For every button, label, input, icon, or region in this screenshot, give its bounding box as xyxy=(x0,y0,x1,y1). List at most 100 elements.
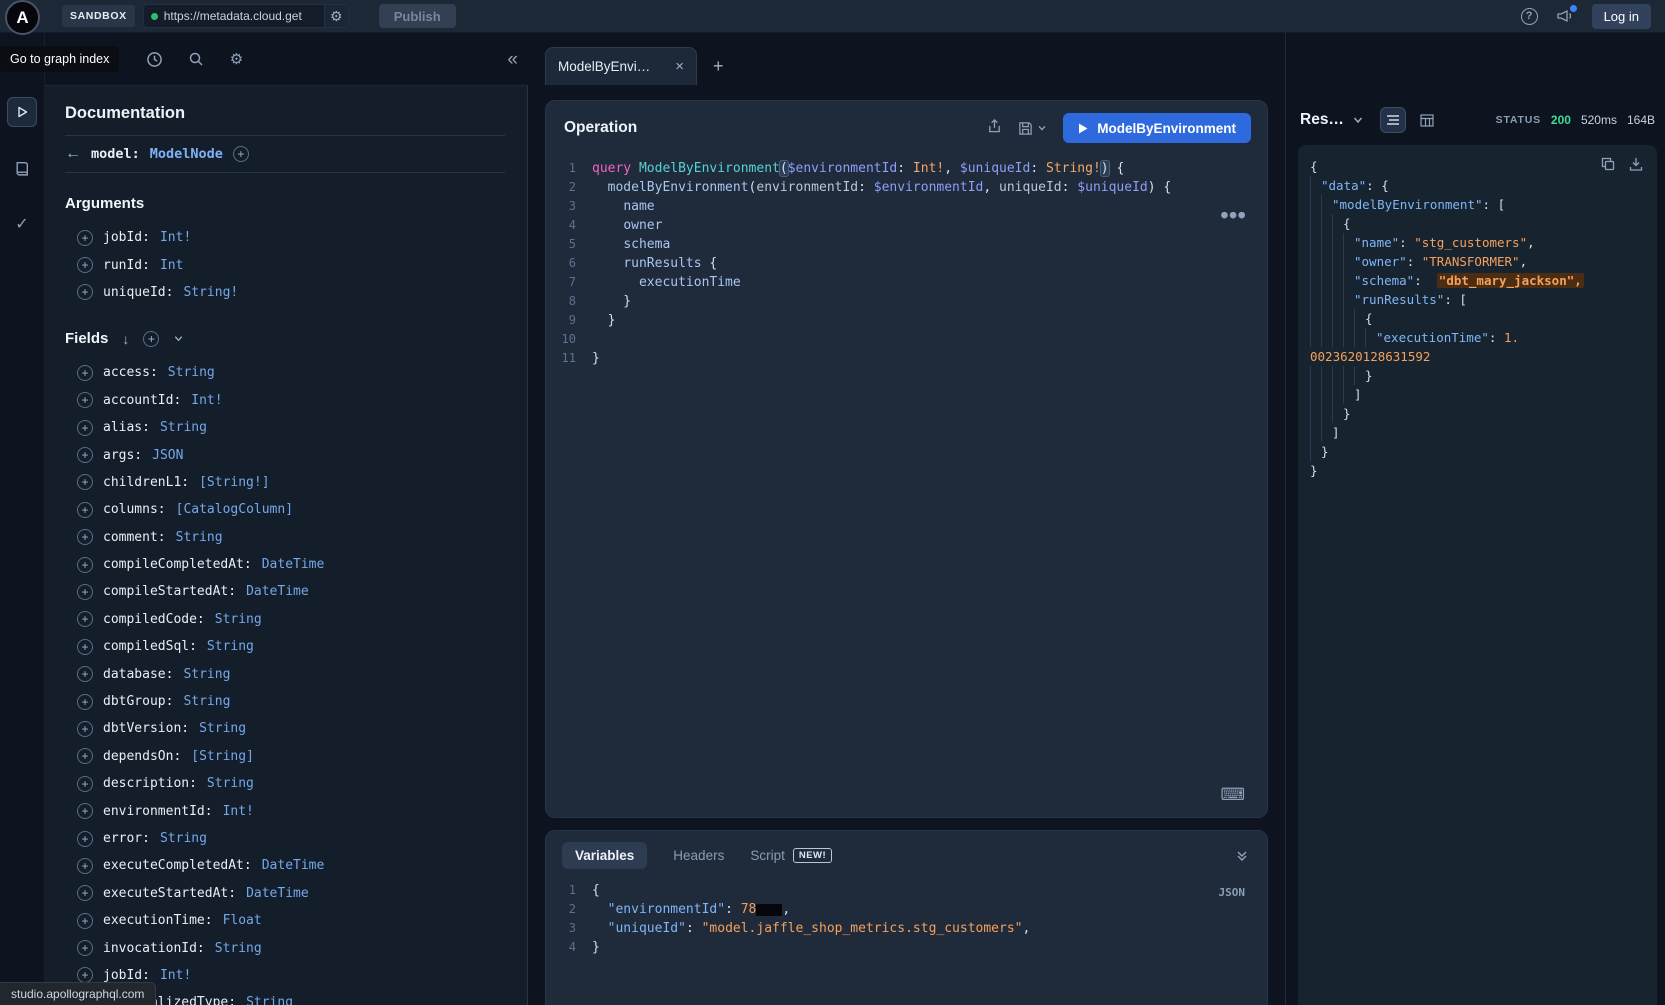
doc-field-row[interactable]: +description:String xyxy=(65,770,505,797)
add-to-operation-icon[interactable]: + xyxy=(77,584,93,600)
variables-code-line[interactable]: 1{ xyxy=(546,881,1267,900)
add-to-operation-icon[interactable]: + xyxy=(77,694,93,710)
doc-field-row[interactable]: +accountId:Int! xyxy=(65,387,505,414)
add-to-operation-icon[interactable]: + xyxy=(77,611,93,627)
variables-editor[interactable]: JSON 1{2 "environmentId": 78,3 "uniqueId… xyxy=(546,875,1267,957)
sort-fields-button[interactable]: ↓ xyxy=(122,331,129,347)
download-response-button[interactable] xyxy=(1629,157,1643,176)
doc-model-name[interactable]: ModelNode xyxy=(150,146,223,162)
add-to-operation-icon[interactable]: + xyxy=(77,502,93,518)
add-to-operation-icon[interactable]: + xyxy=(77,639,93,655)
doc-field-row[interactable]: +childrenL1:[String!] xyxy=(65,469,505,496)
add-to-operation-icon[interactable]: + xyxy=(77,447,93,463)
checklist-rail-button[interactable]: ✓ xyxy=(7,209,37,239)
doc-field-row[interactable]: +executeCompletedAt:DateTime xyxy=(65,852,505,879)
graphql-code-line[interactable]: 4 owner xyxy=(546,216,1267,235)
variables-code-line[interactable]: 2 "environmentId": 78, xyxy=(546,900,1267,919)
add-to-operation-icon[interactable]: + xyxy=(77,940,93,956)
add-to-operation-icon[interactable]: + xyxy=(77,666,93,682)
doc-field-row[interactable]: +compileCompletedAt:DateTime xyxy=(65,551,505,578)
close-tab-button[interactable]: × xyxy=(675,59,684,74)
collapse-variables-button[interactable] xyxy=(1235,849,1249,863)
save-operation-button[interactable] xyxy=(1018,121,1047,136)
tab-variables[interactable]: Variables xyxy=(562,842,647,869)
doc-field-row[interactable]: +dependsOn:[String] xyxy=(65,743,505,770)
history-button[interactable] xyxy=(146,51,163,68)
add-to-operation-icon[interactable]: + xyxy=(77,230,93,246)
search-button[interactable] xyxy=(187,51,204,67)
add-to-operation-icon[interactable]: + xyxy=(77,557,93,573)
graphql-editor[interactable]: 1query ModelByEnvironment($environmentId… xyxy=(546,151,1267,368)
doc-field-row[interactable]: +comment:String xyxy=(65,524,505,551)
settings-button[interactable]: ⚙ xyxy=(228,50,245,68)
add-to-operation-icon[interactable]: + xyxy=(77,748,93,764)
endpoint-url-input[interactable]: https://metadata.cloud.get ⚙ xyxy=(143,4,349,28)
fields-options-button[interactable] xyxy=(173,333,184,344)
add-to-operation-icon[interactable]: + xyxy=(77,803,93,819)
graphql-code-line[interactable]: 2 modelByEnvironment(environmentId: $env… xyxy=(546,178,1267,197)
tab-script[interactable]: Script NEW! xyxy=(750,848,832,863)
apollo-logo[interactable]: A xyxy=(5,0,40,35)
back-button[interactable]: ← xyxy=(65,146,81,162)
doc-field-row[interactable]: +args:JSON xyxy=(65,441,505,468)
add-to-operation-icon[interactable]: + xyxy=(77,913,93,929)
add-to-operation-icon[interactable]: + xyxy=(77,474,93,490)
add-all-fields-icon[interactable]: + xyxy=(143,331,159,347)
doc-field-row[interactable]: +error:String xyxy=(65,825,505,852)
add-to-operation-icon[interactable]: + xyxy=(77,529,93,545)
add-to-operation-icon[interactable]: + xyxy=(77,420,93,436)
run-operation-button[interactable]: ModelByEnvironment xyxy=(1063,113,1251,143)
doc-field-row[interactable]: +executionTime:Float xyxy=(65,907,505,934)
doc-field-row[interactable]: +access:String xyxy=(65,359,505,386)
collections-rail-button[interactable] xyxy=(7,153,37,183)
add-type-icon[interactable]: + xyxy=(233,146,249,162)
graphql-code-line[interactable]: 10 xyxy=(546,330,1267,349)
doc-argument-row[interactable]: +runId:Int xyxy=(65,251,505,278)
graphql-code-line[interactable]: 7 executionTime xyxy=(546,273,1267,292)
add-to-operation-icon[interactable]: + xyxy=(77,392,93,408)
add-to-operation-icon[interactable]: + xyxy=(77,858,93,874)
collapse-panel-button[interactable]: « xyxy=(507,50,518,69)
add-to-operation-icon[interactable]: + xyxy=(77,721,93,737)
doc-field-row[interactable]: +environmentId:Int! xyxy=(65,797,505,824)
doc-field-row[interactable]: +database:String xyxy=(65,660,505,687)
announcements-button[interactable] xyxy=(1556,8,1574,24)
add-to-operation-icon[interactable]: + xyxy=(77,257,93,273)
graphql-code-line[interactable]: 9 } xyxy=(546,311,1267,330)
add-to-operation-icon[interactable]: + xyxy=(77,365,93,381)
tab-headers[interactable]: Headers xyxy=(673,848,724,863)
doc-argument-row[interactable]: +uniqueId:String! xyxy=(65,279,505,306)
publish-button[interactable]: Publish xyxy=(379,4,456,28)
doc-field-row[interactable]: +invocationId:String xyxy=(65,934,505,961)
doc-field-row[interactable]: +executeStartedAt:DateTime xyxy=(65,880,505,907)
add-to-operation-icon[interactable]: + xyxy=(77,284,93,300)
doc-field-row[interactable]: +columns:[CatalogColumn] xyxy=(65,496,505,523)
variables-code-line[interactable]: 3 "uniqueId": "model.jaffle_shop_metrics… xyxy=(546,919,1267,938)
graphql-code-line[interactable]: 1query ModelByEnvironment($environmentId… xyxy=(546,159,1267,178)
response-menu-button[interactable] xyxy=(1352,114,1364,126)
doc-argument-row[interactable]: +jobId:Int! xyxy=(65,224,505,251)
add-to-operation-icon[interactable]: + xyxy=(77,831,93,847)
endpoint-settings-button[interactable]: ⚙ xyxy=(324,4,348,28)
new-tab-button[interactable]: + xyxy=(713,57,724,75)
graphql-code-line[interactable]: 3 name xyxy=(546,197,1267,216)
add-to-operation-icon[interactable]: + xyxy=(77,776,93,792)
copy-response-button[interactable] xyxy=(1601,157,1615,176)
doc-field-row[interactable]: +dbtVersion:String xyxy=(65,715,505,742)
response-table-view-button[interactable] xyxy=(1414,107,1440,133)
graphql-code-line[interactable]: 8 } xyxy=(546,292,1267,311)
doc-field-row[interactable]: +alias:String xyxy=(65,414,505,441)
keyboard-shortcuts-button[interactable]: ⌨ xyxy=(1220,785,1245,805)
add-to-operation-icon[interactable]: + xyxy=(77,885,93,901)
doc-field-row[interactable]: +compiledCode:String xyxy=(65,606,505,633)
graphql-code-line[interactable]: 6 runResults { xyxy=(546,254,1267,273)
share-operation-button[interactable] xyxy=(987,118,1002,139)
doc-field-row[interactable]: +compileStartedAt:DateTime xyxy=(65,578,505,605)
operation-tab[interactable]: ModelByEnvi… × xyxy=(545,47,697,85)
doc-field-row[interactable]: +dbtGroup:String xyxy=(65,688,505,715)
variables-code-line[interactable]: 4} xyxy=(546,938,1267,957)
line-options-button[interactable]: ●●● xyxy=(1221,205,1247,224)
graphql-code-line[interactable]: 11} xyxy=(546,349,1267,368)
help-icon[interactable]: ? xyxy=(1521,8,1538,25)
graphql-code-line[interactable]: 5 schema xyxy=(546,235,1267,254)
